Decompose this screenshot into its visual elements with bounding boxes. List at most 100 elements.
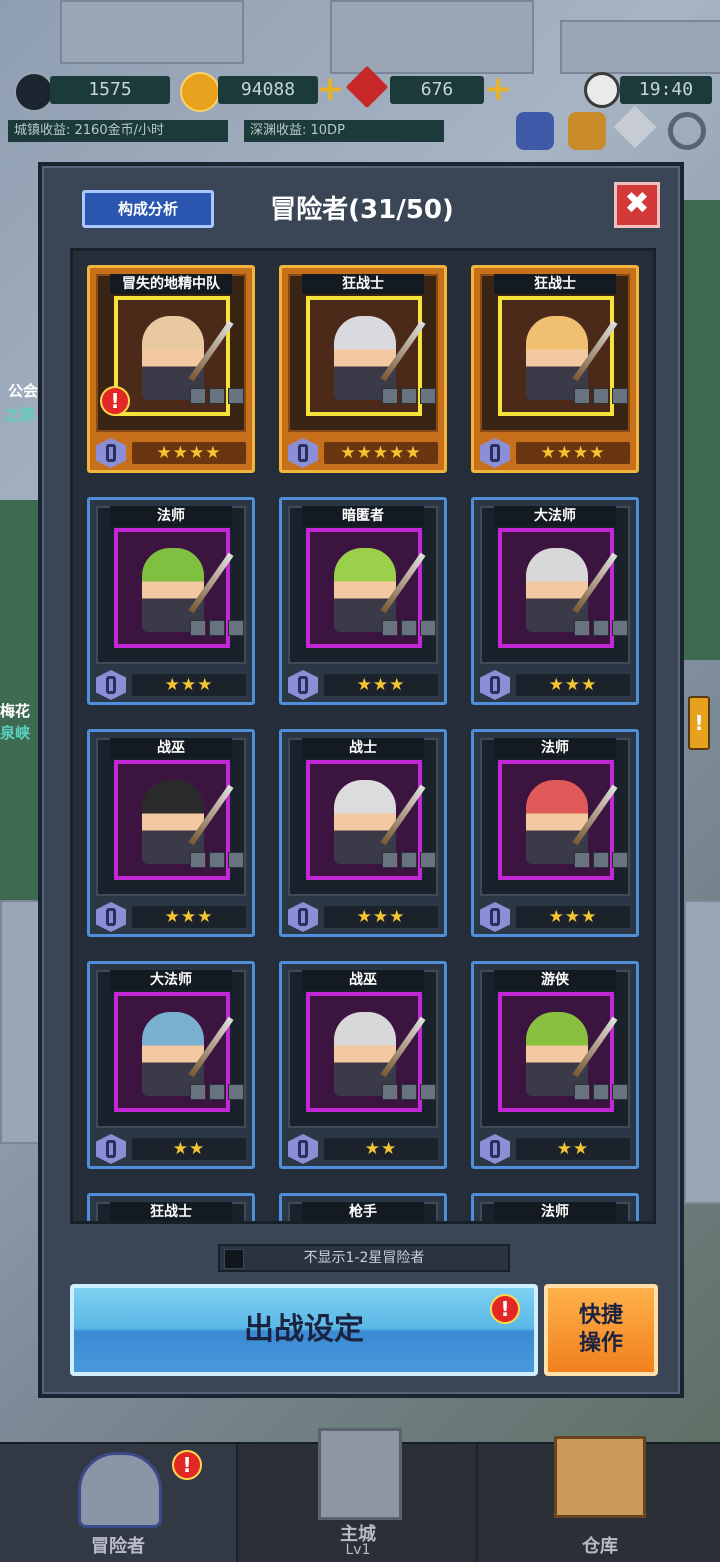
- adventurer-party-icon[interactable]: [516, 112, 554, 150]
- card-portrait-area: [96, 970, 246, 1128]
- panel-title: 冒险者(31/50): [270, 195, 454, 225]
- boot-slot-icon: [420, 620, 436, 636]
- nav-tab-main-city[interactable]: 主城 Lv1: [240, 1428, 478, 1562]
- adventurer-alert-icon: !: [172, 1450, 202, 1480]
- star-rating: ★★: [516, 1138, 630, 1160]
- star-rating: ★★★★★: [324, 442, 438, 464]
- card-portrait-area: [480, 274, 630, 432]
- resource-bar: 1575 94088 + 676 + 19:40 城镇收益: 2160金币/小时…: [0, 65, 720, 150]
- star-rating: ★★: [132, 1138, 246, 1160]
- weapon-slot-icon: [574, 852, 590, 868]
- adventurer-card[interactable]: 法师 ★★★: [87, 497, 255, 705]
- compass-icon[interactable]: [613, 105, 657, 149]
- adventurer-card[interactable]: 狂战士 ★★★★★: [279, 265, 447, 473]
- armor-slot-icon: [209, 1084, 225, 1100]
- adventurer-name: 冒失的地精中队: [110, 274, 232, 294]
- time-value: 19:40: [620, 76, 712, 104]
- hide-low-star-toggle[interactable]: 不显示1-2星冒险者: [218, 1244, 510, 1272]
- guild-label[interactable]: 公会: [8, 380, 38, 401]
- level-badge-icon: [480, 438, 510, 468]
- star-rating: ★★★: [516, 674, 630, 696]
- adventurer-card[interactable]: 战士 ★★★: [279, 729, 447, 937]
- equipment-slots: [382, 388, 438, 404]
- weapon-slot-icon: [190, 1084, 206, 1100]
- star-rating: ★★★: [516, 906, 630, 928]
- card-footer: ★★★: [94, 902, 248, 932]
- close-button[interactable]: ✖: [614, 182, 660, 228]
- equipment-slots: [190, 388, 246, 404]
- adventurer-name: 狂战士: [302, 274, 424, 294]
- sortie-settings-button[interactable]: 出战设定 !: [70, 1284, 538, 1376]
- card-footer: ★★: [286, 1134, 440, 1164]
- boot-slot-icon: [420, 388, 436, 404]
- gold-value: 94088: [218, 76, 318, 104]
- level-badge-icon: [480, 1134, 510, 1164]
- boot-slot-icon: [612, 388, 628, 404]
- gem-value: 676: [390, 76, 484, 104]
- adventurer-name: 游侠: [494, 970, 616, 990]
- gold-coin-icon: [180, 72, 220, 112]
- composition-analysis-button[interactable]: 构成分析: [82, 190, 214, 228]
- boot-slot-icon: [420, 852, 436, 868]
- monster-icon[interactable]: [568, 112, 606, 150]
- weapon-slot-icon: [382, 620, 398, 636]
- armor-slot-icon: [593, 1084, 609, 1100]
- adventurer-name: 法师: [494, 738, 616, 758]
- filter-label: 不显示1-2星冒险者: [303, 1250, 425, 1266]
- adventurer-card[interactable]: 法师 ★★★: [471, 729, 639, 937]
- card-portrait-area: [288, 738, 438, 896]
- equipment-slots: [382, 620, 438, 636]
- weapon-slot-icon: [574, 1084, 590, 1100]
- side-alert-icon[interactable]: !: [688, 696, 710, 750]
- card-footer: ★★: [478, 1134, 632, 1164]
- adventurer-name: 法师: [110, 506, 232, 526]
- boot-slot-icon: [612, 852, 628, 868]
- card-footer: ★★: [94, 1134, 248, 1164]
- weapon-slot-icon: [190, 620, 206, 636]
- checkbox-icon[interactable]: [224, 1249, 244, 1269]
- equipment-slots: [574, 620, 630, 636]
- card-footer: ★★★★: [478, 438, 632, 468]
- quick-operation-button[interactable]: 快捷 操作: [544, 1284, 658, 1376]
- sortie-label: 出战设定: [244, 1312, 364, 1347]
- adventurer-panel: 构成分析 冒险者(31/50) ✖ 冒失的地精中队 ★★★★! 狂战士 ★★★★★ 狂战…: [38, 162, 684, 1398]
- weapon-slot-icon: [190, 388, 206, 404]
- adventurer-card[interactable]: 狂战士: [87, 1193, 255, 1221]
- adventurer-name: 狂战士: [494, 274, 616, 294]
- level-badge-icon: [96, 670, 126, 700]
- adventurer-card[interactable]: 冒失的地精中队 ★★★★!: [87, 265, 255, 473]
- adventurer-name: 大法师: [494, 506, 616, 526]
- star-rating: ★★★: [324, 674, 438, 696]
- adventurer-card[interactable]: 战巫 ★★: [279, 961, 447, 1169]
- gear-icon[interactable]: [668, 112, 706, 150]
- add-gold-button[interactable]: +: [316, 72, 345, 106]
- add-gem-button[interactable]: +: [484, 72, 513, 106]
- equipment-slots: [574, 1084, 630, 1100]
- adventurer-card[interactable]: 游侠 ★★: [471, 961, 639, 1169]
- equipment-slots: [190, 620, 246, 636]
- adventurer-card[interactable]: 枪手: [279, 1193, 447, 1221]
- plum-label[interactable]: 梅花: [0, 700, 30, 721]
- equipment-slots: [574, 852, 630, 868]
- red-gem-icon: [345, 65, 389, 109]
- armor-slot-icon: [593, 388, 609, 404]
- weapon-slot-icon: [574, 620, 590, 636]
- nav-label-warehouse: 仓库: [582, 1536, 618, 1557]
- bottom-nav: ! 冒险者 主城 Lv1 仓库: [0, 1428, 720, 1562]
- armor-slot-icon: [401, 388, 417, 404]
- nav-tab-adventurer[interactable]: ! 冒险者: [0, 1444, 238, 1562]
- boot-slot-icon: [228, 620, 244, 636]
- adventurer-card[interactable]: 大法师 ★★: [87, 961, 255, 1169]
- adventurer-card[interactable]: 大法师 ★★★: [471, 497, 639, 705]
- adventurer-card[interactable]: 法师: [471, 1193, 639, 1221]
- adventurer-card[interactable]: 暗匿者 ★★★: [279, 497, 447, 705]
- clock-icon: [584, 72, 620, 108]
- card-portrait-area: [288, 970, 438, 1128]
- adventurer-card[interactable]: 狂战士 ★★★★: [471, 265, 639, 473]
- adventurer-grid[interactable]: 冒失的地精中队 ★★★★! 狂战士 ★★★★★ 狂战士 ★★★★ 法师 ★★★ 暗匿者 ★★★ 大法…: [70, 248, 656, 1224]
- adventurer-name: 暗匿者: [302, 506, 424, 526]
- nav-tab-warehouse[interactable]: 仓库: [480, 1436, 720, 1562]
- level-badge-icon: [288, 1134, 318, 1164]
- adventurer-card[interactable]: 战巫 ★★★: [87, 729, 255, 937]
- star-rating: ★★★: [132, 906, 246, 928]
